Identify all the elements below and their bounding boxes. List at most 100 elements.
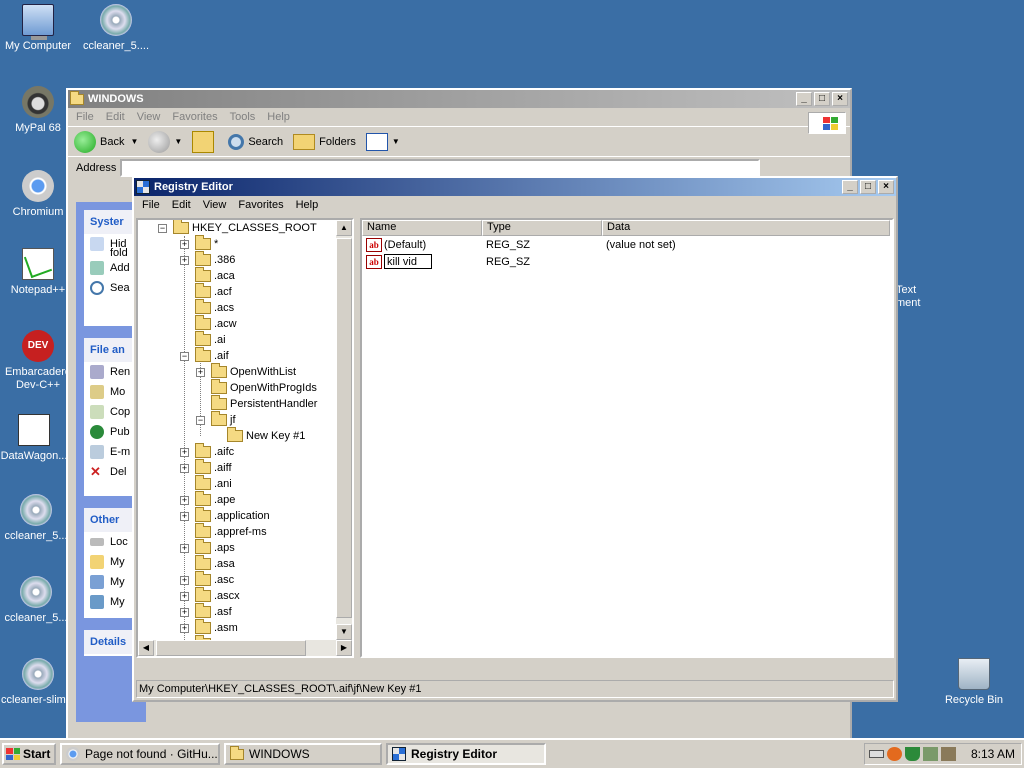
tree-node[interactable]: + .386 <box>180 251 235 268</box>
menu-edit[interactable]: Edit <box>166 199 197 211</box>
regedit-titlebar[interactable]: Registry Editor _ □ × <box>134 178 896 196</box>
tree-node[interactable]: + OpenWithList <box>196 363 296 380</box>
tree-node[interactable]: + .asm <box>180 619 238 636</box>
menu-file[interactable]: File <box>70 111 100 123</box>
desktop-icon-my-computer[interactable]: My Computer <box>0 4 78 53</box>
up-folder-button[interactable] <box>192 130 218 153</box>
expand-toggle[interactable]: + <box>180 463 189 473</box>
menu-help[interactable]: Help <box>290 199 325 211</box>
expand-toggle[interactable]: + <box>180 543 189 553</box>
collapse-toggle[interactable]: − <box>180 351 189 361</box>
menu-help[interactable]: Help <box>261 111 296 123</box>
menu-view[interactable]: View <box>131 111 167 123</box>
scroll-right-button[interactable]: ▶ <box>336 640 352 656</box>
search-button[interactable]: Search <box>228 133 283 150</box>
update-icon[interactable] <box>887 747 902 761</box>
desktop-icon-ccleaner-1[interactable]: ccleaner_5.... <box>76 4 156 53</box>
value-row-editing[interactable]: ab REG_SZ <box>362 253 892 270</box>
explorer-titlebar[interactable]: WINDOWS _ □ × <box>68 90 850 108</box>
views-button[interactable]: ▼ <box>365 132 400 151</box>
maximize-button[interactable]: □ <box>814 92 830 106</box>
folders-button[interactable]: Folders <box>293 133 356 150</box>
chevron-down-icon[interactable]: ▼ <box>392 137 400 146</box>
tree-node[interactable]: .acw <box>180 315 237 332</box>
tree-node[interactable]: − jf <box>196 411 236 428</box>
menu-favorites[interactable]: Favorites <box>232 199 289 211</box>
desktop-icon-text-document[interactable]: Text ment <box>896 248 936 310</box>
tree-node[interactable]: .acs <box>180 299 234 316</box>
clock[interactable]: 8:13 AM <box>971 747 1015 761</box>
tree-node[interactable]: + .ascx <box>180 587 240 604</box>
collapse-toggle[interactable]: − <box>196 415 205 425</box>
tree-node[interactable]: .aca <box>180 267 235 284</box>
registry-tree[interactable]: − HKEY_CLASSES_ROOT + * + .386 .aca .acf .acs.… <box>136 218 354 658</box>
tree-node[interactable]: + .asf <box>180 603 232 620</box>
chevron-down-icon[interactable]: ▼ <box>130 137 138 146</box>
desktop-icon-ccleaner-3[interactable]: ccleaner_5... <box>0 576 76 625</box>
expand-toggle[interactable]: + <box>180 575 189 585</box>
close-button[interactable]: × <box>832 92 848 106</box>
tree-node[interactable]: + .aiff <box>180 459 232 476</box>
tree-node[interactable]: + * <box>180 235 218 252</box>
expand-toggle[interactable]: + <box>180 607 189 617</box>
forward-button[interactable]: ▼ <box>148 130 182 153</box>
security-shield-icon[interactable] <box>905 747 920 761</box>
tree-node-root[interactable]: − HKEY_CLASSES_ROOT <box>158 220 317 236</box>
maximize-button[interactable]: □ <box>860 180 876 194</box>
tree-horizontal-scrollbar[interactable]: ◀ ▶ <box>138 640 352 656</box>
expand-toggle[interactable]: + <box>180 495 189 505</box>
tree-vertical-scrollbar[interactable]: ▲ ▼ <box>336 220 352 640</box>
desktop-icon-recycle-bin[interactable]: Recycle Bin <box>934 658 1014 707</box>
scroll-down-button[interactable]: ▼ <box>336 624 352 640</box>
tree-node[interactable]: + .application <box>180 507 270 524</box>
expand-toggle[interactable]: + <box>180 447 189 457</box>
collapse-toggle[interactable]: − <box>158 223 167 233</box>
registry-editor-window[interactable]: Registry Editor _ □ × File Edit View Fav… <box>132 176 898 702</box>
scroll-up-button[interactable]: ▲ <box>336 220 352 236</box>
scroll-track[interactable] <box>154 640 336 656</box>
value-row[interactable]: ab (Default) REG_SZ (value not set) <box>362 236 892 253</box>
back-button[interactable]: Back ▼ <box>74 130 138 153</box>
column-header-data[interactable]: Data <box>602 220 890 236</box>
close-button[interactable]: × <box>878 180 894 194</box>
expand-toggle[interactable]: + <box>180 255 189 265</box>
tree-node[interactable]: OpenWithProgIds <box>196 379 317 396</box>
value-rename-input[interactable] <box>384 254 432 269</box>
column-header-type[interactable]: Type <box>482 220 602 236</box>
chevron-down-icon[interactable]: ▼ <box>174 137 182 146</box>
expand-toggle[interactable]: + <box>180 591 189 601</box>
taskbar-button-regedit[interactable]: Registry Editor <box>386 743 546 765</box>
tree-node[interactable]: New Key #1 <box>212 427 305 444</box>
expand-toggle[interactable]: + <box>180 511 189 521</box>
desktop-icon-datawagon[interactable]: DataWagon... <box>0 414 74 463</box>
start-button[interactable]: Start <box>2 743 56 765</box>
menu-edit[interactable]: Edit <box>100 111 131 123</box>
network-icon[interactable] <box>923 747 938 761</box>
tree-node[interactable]: + .ape <box>180 491 235 508</box>
tree-node[interactable]: .ani <box>180 475 232 492</box>
menu-favorites[interactable]: Favorites <box>166 111 223 123</box>
address-input[interactable] <box>120 158 761 177</box>
expand-toggle[interactable]: + <box>196 367 205 377</box>
expand-toggle[interactable]: + <box>180 623 189 633</box>
menu-tools[interactable]: Tools <box>224 111 262 123</box>
scroll-left-button[interactable]: ◀ <box>138 640 154 656</box>
tree-node[interactable]: + .aifc <box>180 443 234 460</box>
volume-icon[interactable] <box>941 747 956 761</box>
taskbar-button-browser[interactable]: Page not found · GitHu... <box>60 743 220 765</box>
tree-node[interactable]: + .aps <box>180 539 235 556</box>
menu-file[interactable]: File <box>136 199 166 211</box>
taskbar-button-windows[interactable]: WINDOWS <box>224 743 382 765</box>
tree-node[interactable]: .asa <box>180 555 235 572</box>
desktop-icon-ccleaner-2[interactable]: ccleaner_5... <box>0 494 76 543</box>
scroll-thumb[interactable] <box>156 640 306 656</box>
minimize-button[interactable]: _ <box>842 180 858 194</box>
minimize-button[interactable]: _ <box>796 92 812 106</box>
tree-node[interactable]: + .asc <box>180 571 234 588</box>
tree-node[interactable]: .appref-ms <box>180 523 267 540</box>
tree-node[interactable]: .ai <box>180 331 226 348</box>
tree-node[interactable]: PersistentHandler <box>196 395 317 412</box>
column-header-name[interactable]: Name <box>362 220 482 236</box>
menu-view[interactable]: View <box>197 199 233 211</box>
keyboard-icon[interactable] <box>869 750 884 758</box>
